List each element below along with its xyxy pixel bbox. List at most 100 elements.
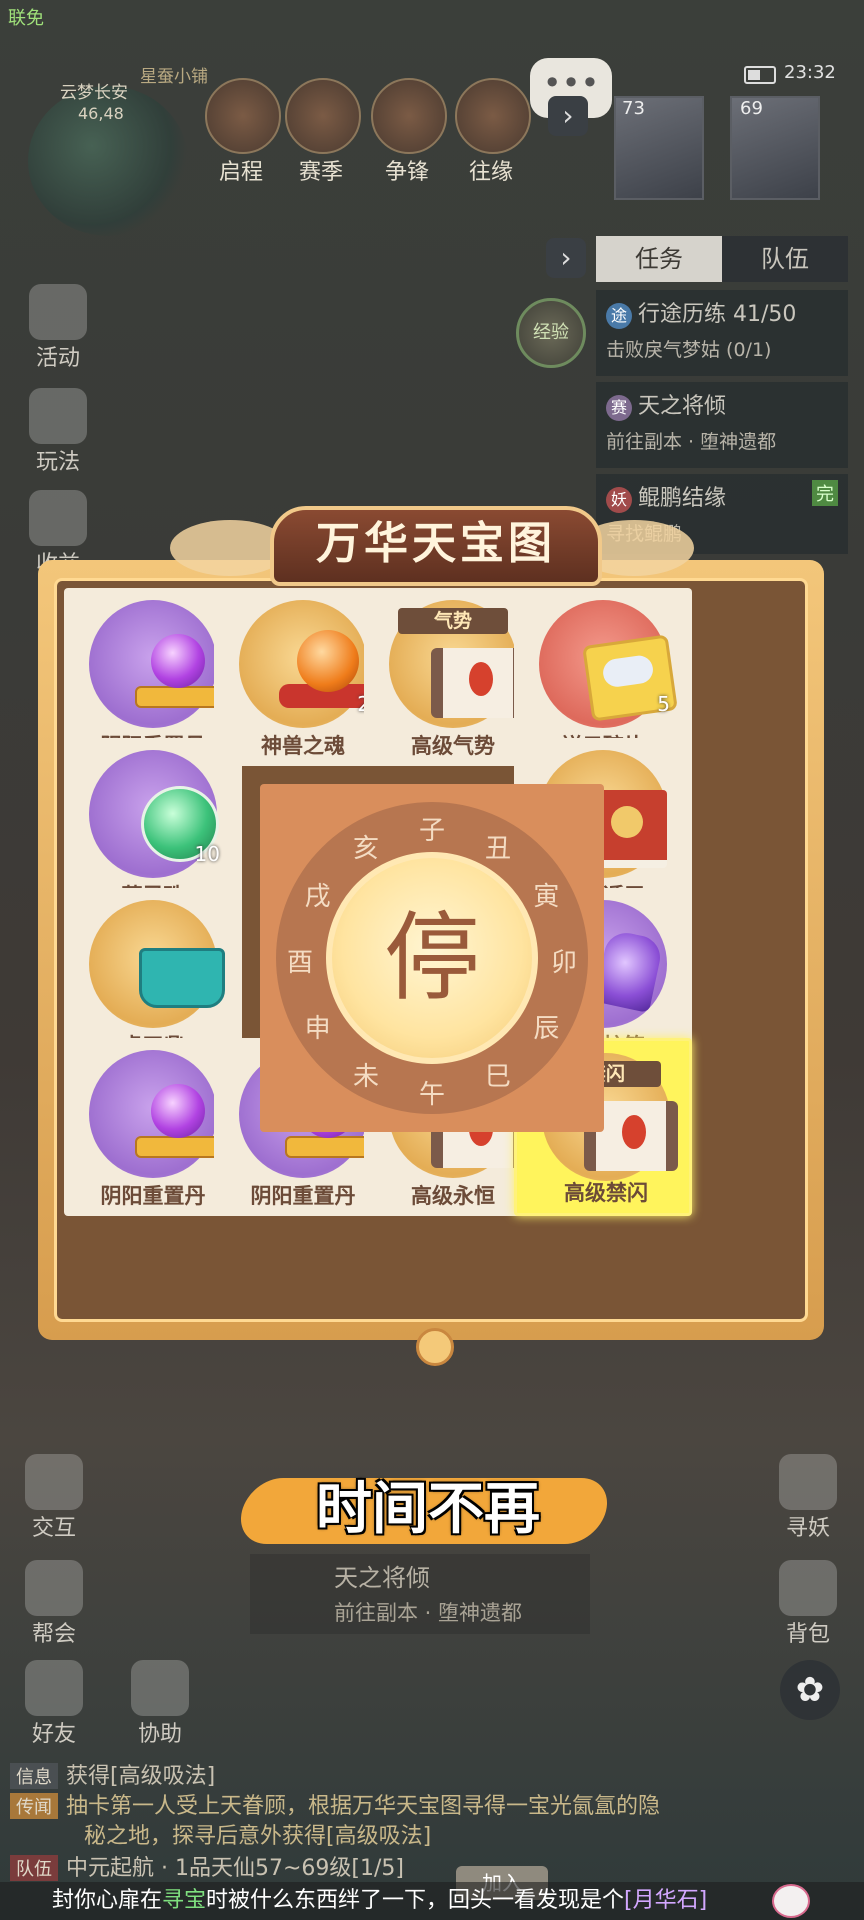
task-tabs: 任务 队伍 xyxy=(596,236,848,282)
zodiac-char: 寅 xyxy=(533,882,560,912)
fate-icon xyxy=(455,78,531,154)
prize-ring xyxy=(89,1050,225,1178)
side-label: 交互 xyxy=(31,1516,76,1541)
task-item[interactable]: 赛天之将倾 前往副本 · 堕神遗都 xyxy=(596,382,848,468)
interact-icon xyxy=(25,1454,83,1510)
task-desc: 击败戾气梦姑 (0/1) xyxy=(606,339,772,361)
task-item[interactable]: 途行途历练 41/50 击败戾气梦姑 (0/1) xyxy=(596,290,848,376)
ticker-part: 时被什么东西绊了一下，回头一看发现是个 xyxy=(206,1888,625,1913)
side-label: 背包 xyxy=(785,1622,830,1647)
zodiac-char: 巳 xyxy=(485,1062,512,1093)
flower-menu-icon[interactable]: ✿ xyxy=(780,1660,840,1720)
chat-line: 传闻 抽卡第一人受上天眷顾，根据万华天宝图寻得一宝光氤氲的隐 xyxy=(10,1788,660,1820)
zodiac-char: 子 xyxy=(419,816,446,846)
tab-tasks[interactable]: 任务 xyxy=(596,236,722,282)
task-badge: 赛 xyxy=(606,395,632,421)
prize-tag: 气势 xyxy=(398,608,508,634)
side-label: 好友 xyxy=(31,1722,76,1747)
side-button-interact[interactable]: 交互 xyxy=(18,1454,90,1542)
friends-icon xyxy=(25,1660,83,1716)
guild-icon xyxy=(25,1560,83,1616)
location-coords: 46,48 xyxy=(78,104,124,123)
ticker-item-link[interactable]: [月华石] xyxy=(624,1888,707,1913)
journey-icon xyxy=(205,78,281,154)
exp-button[interactable]: 经验 xyxy=(516,298,586,368)
task-title: 行途历练 41/50 xyxy=(638,302,797,327)
side-button-friends[interactable]: 好友 xyxy=(18,1660,90,1748)
gameplay-icon xyxy=(29,388,87,444)
panel-knob xyxy=(416,1328,454,1366)
chat-channel-tag: 队伍 xyxy=(10,1855,58,1881)
amulet-icon xyxy=(593,928,665,1014)
clock: 23:32 xyxy=(784,62,836,83)
expand-arrow-icon[interactable]: › xyxy=(548,96,588,136)
prize-ring xyxy=(239,600,377,728)
pedestal-icon xyxy=(135,1136,225,1158)
prize-ring xyxy=(89,600,225,728)
menu-fate[interactable]: 往缘 xyxy=(446,78,536,186)
assist-icon xyxy=(131,1660,189,1716)
zodiac-char: 未 xyxy=(353,1062,380,1093)
zodiac-char: 酉 xyxy=(287,948,314,978)
task-title: 鲲鹏结缘 xyxy=(638,486,727,511)
side-label: 协助 xyxy=(137,1722,182,1747)
earnings-icon xyxy=(29,490,87,546)
stop-button[interactable]: 停 xyxy=(326,852,538,1064)
location-name: 云梦长安 xyxy=(60,83,128,103)
collapse-panel-icon[interactable]: › xyxy=(546,238,586,278)
seek-demon-icon xyxy=(779,1454,837,1510)
prize-count: 10 xyxy=(194,842,220,866)
zodiac-char: 戌 xyxy=(304,882,331,912)
chat-line: 秘之地，探寻后意外获得[高级吸法] xyxy=(84,1818,431,1850)
side-label: 活动 xyxy=(35,346,80,371)
pedestal-icon xyxy=(135,686,225,708)
soul-icon xyxy=(297,630,359,692)
prize-ring xyxy=(539,600,678,728)
side-button-backpack[interactable]: 背包 xyxy=(772,1560,844,1648)
stop-label: 停 xyxy=(384,902,480,1014)
ticker-text: 封你心扉在寻宝时被什么东西绊了一下，回头一看发现是个[月华石] xyxy=(52,1882,707,1920)
orb-icon xyxy=(151,1084,205,1138)
menu-label: 启程 xyxy=(218,160,263,185)
party-level-1: 73 xyxy=(622,98,645,119)
side-label: 玩法 xyxy=(35,450,80,475)
prize-ring xyxy=(89,900,225,1028)
task-complete-badge: 完 xyxy=(812,480,838,506)
ticker-highlight: 寻宝 xyxy=(162,1888,207,1913)
chat-text: 抽卡第一人受上天眷顾，根据万华天宝图寻得一宝光氤氲的隐 xyxy=(66,1794,661,1819)
task-desc: 前往副本 · 堕神遗都 xyxy=(606,431,777,453)
battery-icon xyxy=(744,66,776,84)
panel-title: 万华天宝图 xyxy=(316,518,556,569)
top-menu: 启程 赛季 争锋 往缘 xyxy=(196,78,536,185)
zodiac-char: 申 xyxy=(304,1014,331,1044)
side-button-guild[interactable]: 帮会 xyxy=(18,1560,90,1648)
chat-text: 秘之地，探寻后意外获得[高级吸法] xyxy=(84,1824,432,1849)
menu-season[interactable]: 赛季 xyxy=(276,78,366,186)
prize-name: 高级禁闪 xyxy=(564,1181,648,1205)
scroll-icon xyxy=(431,648,525,718)
chat-log[interactable]: 信息 获得[高级吸法] 传闻 抽卡第一人受上天眷顾，根据万华天宝图寻得一宝光氤氲的隐… xyxy=(0,1754,864,1884)
backpack-icon xyxy=(779,1560,837,1616)
side-label: 帮会 xyxy=(31,1622,76,1647)
task-title: 天之将倾 xyxy=(638,394,727,419)
side-button-assist[interactable]: 协助 xyxy=(124,1660,196,1748)
tab-team[interactable]: 队伍 xyxy=(722,236,848,282)
party-level-2: 69 xyxy=(740,98,763,119)
spin-center: 子丑寅卯辰巳午未申酉戌亥 停 xyxy=(260,784,604,1132)
side-button-activity[interactable]: 活动 xyxy=(22,284,94,372)
menu-journey[interactable]: 启程 xyxy=(196,78,286,186)
zodiac-char: 卯 xyxy=(551,948,578,978)
quest-title: 天之将倾 xyxy=(334,1564,430,1592)
menu-contest[interactable]: 争锋 xyxy=(362,78,452,186)
menu-label: 争锋 xyxy=(384,160,429,185)
zodiac-char: 辰 xyxy=(533,1014,560,1044)
side-label: 寻妖 xyxy=(785,1516,830,1541)
quest-tracker[interactable]: 天之将倾 前往副本 · 堕神遗都 xyxy=(250,1554,590,1634)
cat-face-icon xyxy=(772,1884,810,1918)
side-button-seek-demon[interactable]: 寻妖 xyxy=(772,1454,844,1542)
corner-status: 联免 xyxy=(8,8,44,29)
menu-label: 赛季 xyxy=(298,160,343,185)
side-button-gameplay[interactable]: 玩法 xyxy=(22,388,94,476)
season-icon xyxy=(285,78,361,154)
chat-line: 信息 获得[高级吸法] xyxy=(10,1758,215,1790)
